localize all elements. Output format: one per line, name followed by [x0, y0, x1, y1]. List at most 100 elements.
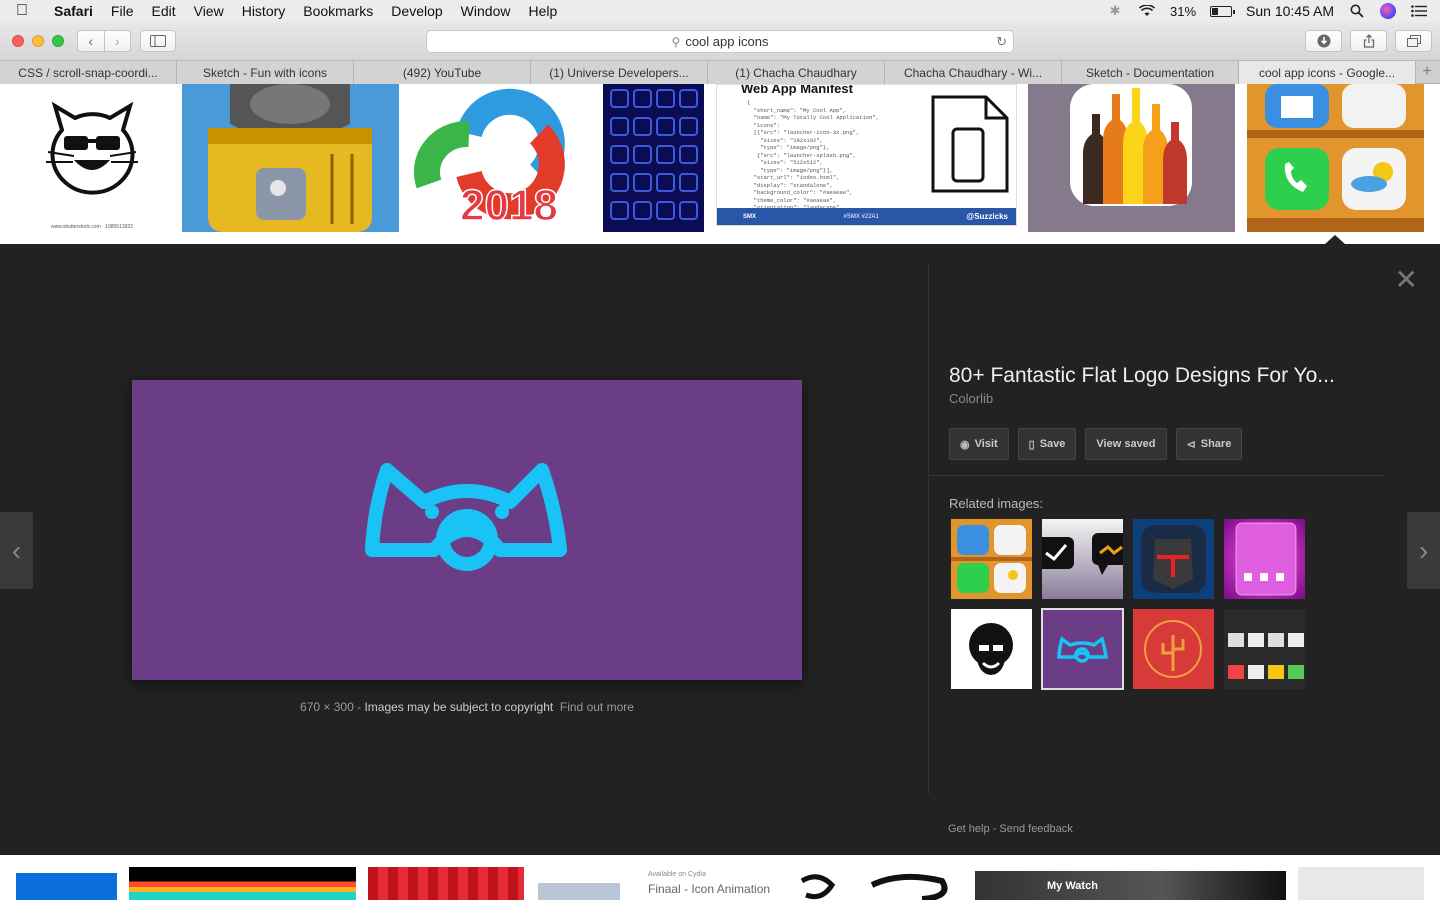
related-image-pink-phone[interactable]	[1224, 519, 1305, 599]
apple-menu-icon[interactable]: 	[0, 2, 44, 20]
notification-center-icon[interactable]	[1410, 3, 1428, 19]
tab-chacha-wiki[interactable]: Chacha Chaudhary - Wi...	[885, 61, 1062, 84]
shutterstock-caption: www.shutterstock.com · 1085513932	[51, 224, 133, 230]
related-image-kylo[interactable]	[1133, 519, 1214, 599]
result-thumb-gray[interactable]	[1298, 867, 1424, 900]
image-viewer-panel: ‹ › 670 × 300 - Images may be subject to…	[0, 244, 1440, 855]
spotlight-search-icon[interactable]	[1348, 3, 1366, 19]
grid-cell	[656, 201, 675, 220]
image-source[interactable]: Colorlib	[949, 391, 1389, 406]
preview-image[interactable]	[132, 380, 802, 680]
battery-percent[interactable]: 31%	[1170, 4, 1196, 19]
window-close-button[interactable]	[12, 35, 24, 47]
result-thumb-ios-shelf[interactable]	[1247, 84, 1424, 232]
menu-history[interactable]: History	[233, 0, 295, 22]
bluetooth-icon[interactable]: ✱	[1106, 3, 1124, 19]
back-button[interactable]: ‹	[78, 31, 104, 51]
new-tab-button[interactable]: +	[1416, 61, 1438, 83]
tab-cool-app-icons[interactable]: cool app icons - Google...	[1239, 61, 1416, 84]
cydia-big-text: Finaal - Icon Animation	[648, 882, 771, 896]
result-thumb-stripes[interactable]	[129, 867, 356, 900]
manifest-footer-mid: #SMX #22A1	[843, 213, 879, 220]
related-image-3d-icons[interactable]	[1224, 609, 1305, 689]
menu-edit[interactable]: Edit	[142, 0, 184, 22]
sidebar-button[interactable]	[140, 30, 176, 52]
menu-app-safari[interactable]: Safari	[44, 0, 102, 22]
menu-window[interactable]: Window	[452, 0, 520, 22]
result-thumb-cat[interactable]: www.shutterstock.com · 1085513932	[0, 84, 182, 232]
tab-universe-developers[interactable]: (1) Universe Developers...	[531, 61, 708, 84]
next-image-button[interactable]: ›	[1407, 512, 1440, 589]
save-label: Save	[1039, 438, 1066, 450]
grid-cell	[656, 145, 675, 164]
menu-develop[interactable]: Develop	[382, 0, 451, 22]
share-label: Share	[1200, 438, 1232, 450]
icon-grid-image	[610, 89, 698, 220]
find-out-more-link[interactable]: Find out more	[560, 700, 634, 714]
share-button[interactable]	[1350, 30, 1387, 52]
grid-cell	[633, 117, 652, 136]
viewer-footer: Get help - Send feedback	[948, 823, 1073, 835]
colorful-8-logo-image: 2018	[414, 88, 565, 231]
clock[interactable]: Sun 10:45 AM	[1246, 3, 1334, 19]
result-thumb-bottles[interactable]	[1028, 84, 1235, 232]
grid-cell	[633, 145, 652, 164]
tab-sketch-icons[interactable]: Sketch - Fun with icons	[177, 61, 354, 84]
related-image-ios-shelf[interactable]	[951, 519, 1032, 599]
results-strip-bottom: Available on Cydia Finaal - Icon Animati…	[0, 855, 1440, 900]
previous-image-button[interactable]: ‹	[0, 512, 33, 589]
battery-icon[interactable]	[1210, 5, 1236, 17]
wifi-icon[interactable]	[1138, 3, 1156, 19]
window-minimize-button[interactable]	[32, 35, 44, 47]
menu-file[interactable]: File	[102, 0, 143, 22]
menu-bookmarks[interactable]: Bookmarks	[294, 0, 382, 22]
visit-button[interactable]: ◉ Visit	[949, 428, 1009, 460]
address-bar[interactable]: ⚲ cool app icons ↻	[426, 30, 1014, 53]
grid-cell	[610, 201, 629, 220]
send-feedback-link[interactable]: Send feedback	[999, 823, 1072, 835]
close-viewer-button[interactable]: ✕	[1395, 266, 1418, 294]
get-help-link[interactable]: Get help	[948, 823, 990, 835]
forward-button[interactable]: ›	[103, 31, 131, 51]
result-thumb-manifest[interactable]: Web App Manifest { "short_name": "My Coo…	[716, 84, 1017, 226]
related-image-afro-face[interactable]	[951, 609, 1032, 689]
menu-help[interactable]: Help	[519, 0, 566, 22]
related-image-cactus[interactable]	[1133, 609, 1214, 689]
grid-cell	[656, 173, 675, 192]
siri-icon[interactable]	[1380, 3, 1396, 19]
result-thumb-2018[interactable]: 2018	[399, 84, 602, 232]
result-thumb-my-watch[interactable]: My Watch	[975, 871, 1286, 900]
info-divider	[929, 475, 1384, 476]
image-title[interactable]: 80+ Fantastic Flat Logo Designs For Yo..…	[949, 364, 1389, 388]
chevron-right-icon: ›	[114, 33, 120, 49]
tab-css-scroll-snap[interactable]: CSS / scroll-snap-coordi...	[0, 61, 177, 84]
history-nav: ‹ ›	[77, 30, 131, 52]
chevron-right-icon: ›	[1418, 534, 1429, 566]
share-image-button[interactable]: ⊲ Share	[1175, 428, 1243, 460]
save-button[interactable]: ▯ Save	[1017, 428, 1077, 460]
related-image-raccoon-selected[interactable]	[1041, 608, 1124, 690]
window-zoom-button[interactable]	[52, 35, 64, 47]
safari-toolbar: ‹ › ⚲ cool app icons ↻	[0, 22, 1440, 61]
manifest-footer-left: SMX	[743, 213, 757, 220]
tab-chacha-chaudhary[interactable]: (1) Chacha Chaudhary	[708, 61, 885, 84]
download-icon	[1317, 34, 1330, 48]
tab-sketch-docs[interactable]: Sketch - Documentation	[1062, 61, 1239, 84]
result-thumb-blue[interactable]	[16, 873, 117, 900]
result-thumb-icon-grid[interactable]	[603, 84, 704, 232]
downloads-button[interactable]	[1305, 30, 1342, 52]
result-thumb-sketch-characters[interactable]	[792, 871, 960, 900]
result-thumb-cydia[interactable]: Available on Cydia Finaal - Icon Animati…	[640, 869, 780, 900]
related-images-label: Related images:	[949, 496, 1043, 511]
tab-youtube[interactable]: (492) YouTube	[354, 61, 531, 84]
related-image-chat-bubbles[interactable]	[1042, 519, 1123, 599]
result-thumb-curtain[interactable]	[368, 867, 524, 900]
menu-view[interactable]: View	[185, 0, 233, 22]
view-saved-button[interactable]: View saved	[1085, 428, 1167, 460]
tab-overview-button[interactable]	[1395, 30, 1432, 52]
result-thumb-iphone[interactable]	[538, 883, 620, 900]
grid-cell	[679, 173, 698, 192]
reload-icon[interactable]: ↻	[996, 34, 1007, 50]
grid-cell	[656, 89, 675, 108]
result-thumb-kettlebell[interactable]	[182, 84, 399, 232]
